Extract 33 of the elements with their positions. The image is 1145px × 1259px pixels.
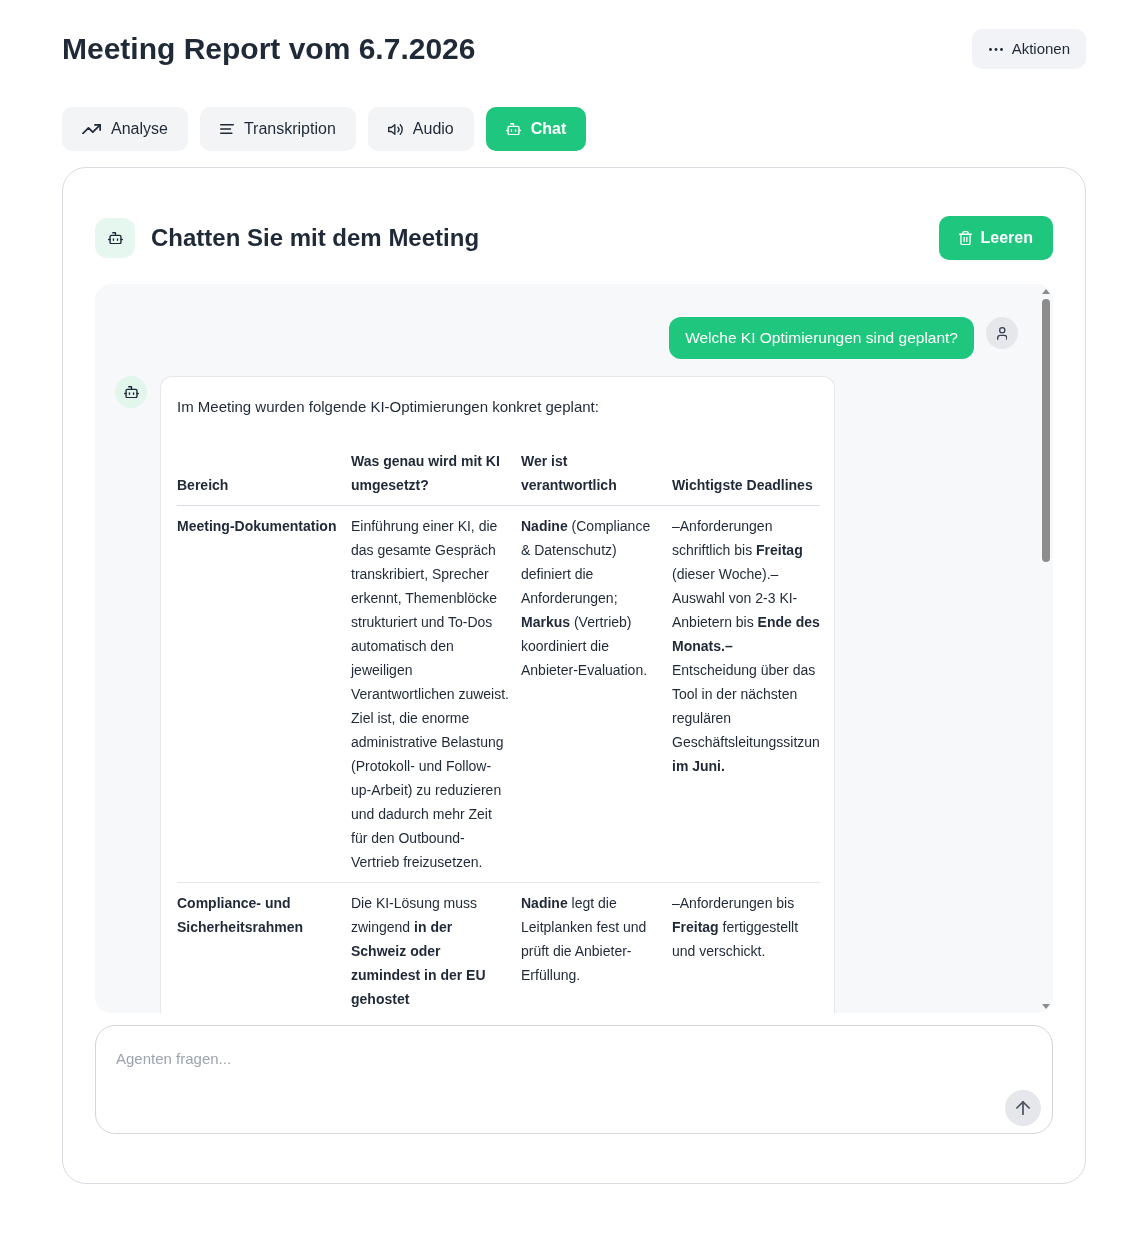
robot-icon	[95, 218, 135, 258]
table-cell: Compliance- und Sicherheitsrahmen	[177, 882, 351, 1013]
message-input[interactable]: Agenten fragen...	[95, 1025, 1053, 1134]
trend-arrow-icon	[82, 123, 101, 135]
table-cell: –Anforderungen schriftlich bis Freitag (dieser Woche).– Auswahl von 2-3 KI-Anbietern bis Ende des Monats.– Entscheidung über das Tool in der nächsten regulären Geschäftsleitungssitzun im Juni.	[672, 505, 820, 883]
actions-button[interactable]: Aktionen	[971, 29, 1086, 69]
robot-icon	[115, 376, 147, 408]
scroll-down-icon[interactable]	[1041, 1004, 1050, 1009]
user-message: Welche KI Optimierungen sind geplant?	[669, 317, 974, 359]
speaker-icon	[387, 123, 403, 135]
table-cell: –Anforderungen bis Freitag fertiggestellt und verschickt.	[672, 882, 820, 1013]
table-cell: Einführung einer KI, die das gesamte Gespräch transkribiert, Sprecher erkennt, Themenblöcke strukturiert und To-Dos automatisch den jeweiligen Verantwortlichen zuweist. Ziel ist, die enorme administrative Belastung (Protokoll- und Follow-up-Arbeit) zu reduzieren und dadurch mehr Zeit für den Outbound-Vertrieb freizusetzen.	[351, 505, 521, 883]
person-icon	[986, 317, 1018, 349]
trash-icon	[958, 230, 972, 246]
table-cell: Meeting-Dokumentation	[177, 505, 351, 883]
dots-icon	[988, 47, 1003, 51]
tab[interactable]: Transkription	[199, 107, 356, 151]
message-text: Im Meeting wurden folgende KI-Optimierungen konkret geplant:	[177, 397, 600, 417]
tab[interactable]: Audio	[367, 107, 474, 151]
table-cell: Die KI-Lösung muss zwingend in der Schweiz oder zumindest in der EU gehostet	[351, 882, 521, 1013]
table-cell: Nadine (Compliance & Datenschutz) definiert die Anforderungen; Markus (Vertrieb) koordiniert die Anbieter-Evaluation.	[521, 505, 672, 883]
table-cell: Nadine legt die Leitplanken fest und prüft die Anbieter-Erfüllung.	[521, 882, 672, 1013]
table-header-cell: Was genau wird mit KI umgesetzt?	[351, 443, 521, 506]
chat-title: Chatten Sie mit dem Meeting	[151, 223, 480, 253]
table-header-cell: Bereich	[177, 443, 351, 506]
robot-icon	[505, 122, 521, 136]
page-title: Meeting Report vom 6.7.2026	[62, 31, 476, 67]
scrollbar-thumb[interactable]	[1041, 299, 1050, 562]
tab[interactable]: Analyse	[62, 107, 188, 151]
table-header-cell: Wichtigste Deadlines	[672, 443, 820, 506]
table-header-cell: Wer ist verantwortlich	[521, 443, 672, 506]
scroll-up-icon[interactable]	[1041, 289, 1050, 294]
text-lines-icon	[219, 124, 234, 134]
